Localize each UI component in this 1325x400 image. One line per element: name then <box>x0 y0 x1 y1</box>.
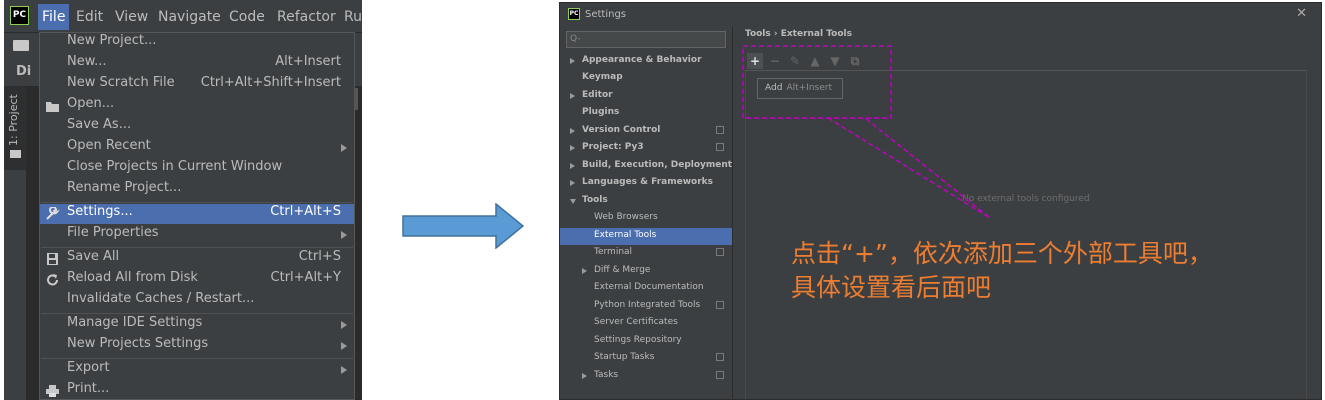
menu-item-export[interactable]: Export <box>40 360 354 380</box>
menu-item-label: Invalidate Caches / Restart... <box>67 291 255 306</box>
menu-item-close-projects[interactable]: Close Projects in Current Window <box>40 159 354 179</box>
menu-item-label: Reload All from Disk <box>67 270 198 285</box>
menu-item-shortcut: Ctrl+S <box>298 249 341 264</box>
menu-view[interactable]: View <box>111 7 152 27</box>
menu-item-label: Manage IDE Settings <box>67 315 203 330</box>
pycharm-logo-icon: PC <box>10 6 29 25</box>
submenu-arrow-icon <box>341 366 347 374</box>
menu-item-invalidate-caches[interactable]: Invalidate Caches / Restart... <box>40 291 354 311</box>
menu-item-label: Close Projects in Current Window <box>67 159 283 174</box>
annotation-callout <box>742 45 991 219</box>
menu-item-shortcut: Ctrl+Alt+Shift+Insert <box>200 75 341 90</box>
menu-item-open-recent[interactable]: Open Recent <box>40 138 354 158</box>
menu-item-label: New... <box>67 54 107 69</box>
menu-item-label: File Properties <box>67 225 159 240</box>
menu-file[interactable]: File <box>38 4 70 30</box>
menu-item-label: Settings... <box>67 204 133 219</box>
menu-item-print[interactable]: Print... <box>40 381 354 400</box>
menu-code[interactable]: Code <box>225 7 269 27</box>
menu-separator <box>41 202 353 203</box>
menu-item-shortcut: Alt+Insert <box>275 54 341 69</box>
menu-item-rename-project[interactable]: Rename Project... <box>40 180 354 200</box>
menu-run[interactable]: Ru <box>340 7 362 27</box>
menu-item-settings[interactable]: Settings... Ctrl+Alt+S <box>40 204 354 224</box>
menu-item-label: Open Recent <box>67 138 151 153</box>
submenu-arrow-icon <box>341 342 347 350</box>
right-arrow-icon <box>402 203 524 249</box>
menu-edit[interactable]: Edit <box>72 7 107 27</box>
menu-item-new-project[interactable]: New Project... <box>40 33 354 53</box>
project-tool-tab[interactable]: 1: Project <box>7 90 23 146</box>
menu-separator <box>41 313 353 314</box>
menu-item-new-projects-settings[interactable]: New Projects Settings <box>40 336 354 356</box>
pycharm-window: PC File Edit View Navigate Code Refactor… <box>4 0 362 400</box>
submenu-arrow-icon <box>341 321 347 329</box>
reload-icon <box>47 274 58 286</box>
menu-item-reload-all[interactable]: Reload All from Disk Ctrl+Alt+Y <box>40 270 354 290</box>
menu-item-new[interactable]: New... Alt+Insert <box>40 54 354 74</box>
menu-item-save-all[interactable]: Save All Ctrl+S <box>40 249 354 269</box>
printer-icon <box>46 385 59 397</box>
menubar: PC File Edit View Navigate Code Refactor… <box>4 0 362 33</box>
menu-item-shortcut: Ctrl+Alt+S <box>270 204 341 219</box>
menu-navigate[interactable]: Navigate <box>154 7 225 27</box>
open-folder-icon[interactable] <box>13 40 29 51</box>
folder-icon <box>46 102 59 112</box>
menu-item-new-scratch-file[interactable]: New Scratch File Ctrl+Alt+Shift+Insert <box>40 75 354 95</box>
menu-item-manage-ide-settings[interactable]: Manage IDE Settings <box>40 315 354 335</box>
chinese-annotation-text: 点击“+”，依次添加三个外部工具吧，具体设置看后面吧 <box>791 239 1213 302</box>
wrench-icon <box>46 207 60 220</box>
menu-item-label: Save As... <box>67 117 132 132</box>
menu-item-label: Print... <box>67 381 110 396</box>
settings-dialog: PC Settings ✕ Q- Appearance & Behavior Ke… <box>559 2 1322 400</box>
menu-item-label: Export <box>67 360 110 375</box>
menu-item-label: New Scratch File <box>67 75 175 90</box>
project-breadcrumb[interactable]: Di <box>16 64 31 79</box>
menu-item-save-as[interactable]: Save As... <box>40 117 354 137</box>
menu-item-label: New Projects Settings <box>67 336 209 351</box>
menu-item-shortcut: Ctrl+Alt+Y <box>270 270 341 285</box>
menu-item-label: Rename Project... <box>67 180 182 195</box>
menu-separator <box>41 358 353 359</box>
menu-item-label: Save All <box>67 249 120 264</box>
menu-item-file-properties[interactable]: File Properties <box>40 225 354 245</box>
file-menu: New Project... New... Alt+Insert New Scr… <box>39 32 355 400</box>
menu-item-open[interactable]: Open... <box>40 96 354 116</box>
menu-item-label: Open... <box>67 96 115 111</box>
menu-separator <box>41 247 353 248</box>
menu-item-label: New Project... <box>67 33 157 48</box>
menu-refactor[interactable]: Refactor <box>273 7 340 27</box>
save-icon <box>47 253 58 265</box>
submenu-arrow-icon <box>341 144 347 152</box>
project-folder-icon <box>10 150 21 158</box>
submenu-arrow-icon <box>341 231 347 239</box>
